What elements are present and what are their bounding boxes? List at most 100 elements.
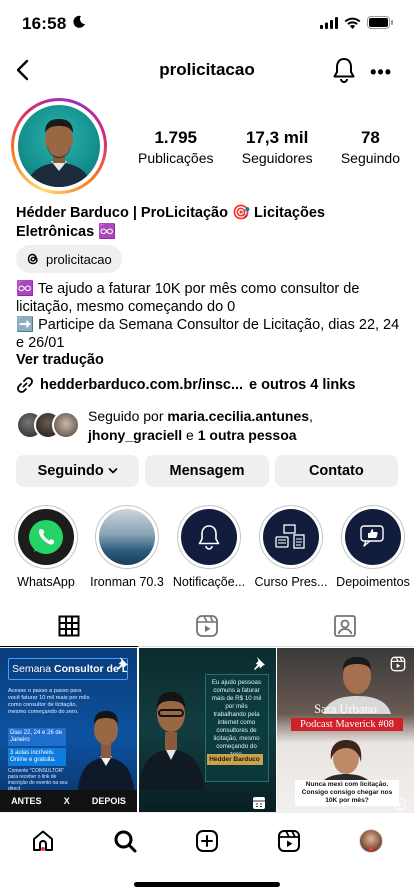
post-text: ANTES bbox=[11, 796, 42, 806]
post-text: Eu ajudo pessoas comuns a faturar mais d… bbox=[211, 679, 262, 758]
highlight-label: Notificaçõe... bbox=[172, 575, 246, 589]
story-highlights: WhatsApp Ironman 70.3 Notificaçõe... Cur… bbox=[0, 505, 414, 595]
tab-reels[interactable] bbox=[138, 605, 276, 647]
profile-actions: Seguindo Mensagem Contato bbox=[16, 455, 398, 487]
link-icon bbox=[17, 377, 33, 393]
bio-line: ➡️ Participe da Semana Consultor de Lici… bbox=[16, 317, 400, 351]
battery-icon bbox=[367, 16, 393, 29]
profile-header: prolicitacao ••• bbox=[0, 52, 414, 88]
nav-create[interactable] bbox=[193, 827, 221, 855]
bio-link-more[interactable]: e outros 4 links bbox=[249, 377, 355, 393]
following-count: 78 bbox=[360, 128, 380, 147]
bell-icon bbox=[198, 525, 220, 550]
following-label: Seguindo bbox=[340, 150, 400, 166]
post-text: Dias 22, 24 e 26 de Janeiro bbox=[8, 728, 66, 746]
stat-posts[interactable]: 1.795 Publicações bbox=[138, 128, 214, 166]
following-button[interactable]: Seguindo bbox=[16, 455, 140, 487]
threads-badge[interactable]: prolicitacao bbox=[16, 245, 122, 273]
status-bar: 16:58 bbox=[0, 0, 414, 48]
search-icon bbox=[114, 830, 137, 853]
mutual-follower[interactable]: jhony_graciell bbox=[88, 427, 182, 443]
post-text: Nunca mexi com licitação. Consigo consig… bbox=[295, 780, 399, 806]
post-text: Podcast Maverick #08 bbox=[291, 718, 403, 731]
post-text: Semana bbox=[12, 663, 55, 675]
add-post-icon bbox=[196, 830, 218, 852]
profile-fullname: Hédder Barduco | ProLicitação 🎯 Licitaçõ… bbox=[16, 205, 325, 240]
see-translation-link[interactable]: Ver tradução bbox=[16, 352, 104, 368]
signal-icon bbox=[320, 16, 338, 29]
highlight-label: WhatsApp bbox=[17, 575, 75, 589]
pinned-icon bbox=[117, 657, 128, 670]
wifi-icon bbox=[344, 17, 361, 29]
highlight-label: Depoimentos bbox=[336, 575, 410, 589]
status-indicators bbox=[320, 16, 394, 29]
person-portrait bbox=[26, 119, 92, 187]
desk-icon bbox=[275, 524, 305, 549]
highlight-label: Ironman 70.3 bbox=[90, 575, 164, 589]
post-text-card: Eu ajudo pessoas comuns a faturar mais d… bbox=[204, 674, 269, 782]
posts-grid: Semana Consultor de Licita Acesse o pass… bbox=[0, 648, 414, 812]
post-thumbnail[interactable]: Eu ajudo pessoas comuns a faturar mais d… bbox=[138, 648, 276, 812]
chevron-down-icon bbox=[108, 468, 117, 474]
grid-icon bbox=[58, 615, 80, 636]
highlight-notifications[interactable]: Notificaçõe... bbox=[169, 505, 249, 589]
highlight-testimonials[interactable]: Depoimentos bbox=[333, 505, 413, 589]
mutual-follower[interactable]: maria.cecilia.antunes bbox=[167, 408, 309, 424]
person-figure bbox=[138, 692, 205, 790]
pinned-icon bbox=[253, 657, 265, 670]
tab-tagged[interactable] bbox=[276, 605, 414, 647]
followed-by-text: Seguido por maria.cecilia.antunes, jhony… bbox=[88, 407, 313, 445]
home-indicator bbox=[134, 882, 280, 887]
highlight-ironman[interactable]: Ironman 70.3 bbox=[87, 505, 167, 589]
notifications-button[interactable] bbox=[332, 57, 356, 88]
more-options-button[interactable]: ••• bbox=[370, 62, 392, 83]
post-thumbnail[interactable]: Sara Urbano Podcast Maverick #08 Nunca m… bbox=[277, 648, 414, 812]
highlight-course[interactable]: Curso Pres... bbox=[251, 505, 331, 589]
thumbs-up-icon bbox=[360, 525, 384, 547]
reels-icon bbox=[196, 614, 218, 637]
avatar bbox=[52, 411, 80, 439]
whatsapp-icon bbox=[29, 520, 63, 554]
stat-followers[interactable]: 17,3 mil Seguidores bbox=[242, 128, 313, 166]
followers-count: 17,3 mil bbox=[245, 128, 309, 147]
post-thumbnail[interactable]: Semana Consultor de Licita Acesse o pass… bbox=[0, 648, 137, 812]
reels-icon bbox=[278, 830, 300, 852]
posts-label: Publicações bbox=[138, 150, 214, 166]
tab-posts-grid[interactable] bbox=[0, 605, 138, 647]
followed-by[interactable]: Seguido por maria.cecilia.antunes, jhony… bbox=[16, 405, 406, 445]
threads-icon bbox=[27, 253, 38, 265]
carousel-icon bbox=[252, 797, 265, 809]
bio-line: ♾️ Te ajudo a faturar 10K por mês como c… bbox=[16, 281, 360, 315]
other-followers[interactable]: 1 outra pessoa bbox=[198, 427, 297, 443]
highlight-label: Curso Pres... bbox=[254, 575, 328, 589]
person-figure bbox=[78, 711, 134, 790]
reels-icon bbox=[394, 798, 406, 810]
highlight-whatsapp[interactable]: WhatsApp bbox=[6, 505, 86, 589]
message-button[interactable]: Mensagem bbox=[145, 455, 269, 487]
profile-tabs bbox=[0, 605, 414, 647]
notification-dot bbox=[369, 847, 373, 851]
ironman-photo bbox=[99, 509, 155, 565]
post-text: X bbox=[63, 796, 70, 806]
threads-username: prolicitacao bbox=[46, 251, 112, 267]
bio-links[interactable]: hedderbarduco.com.br/insc... e outros 4 … bbox=[16, 376, 355, 394]
bio-link-url[interactable]: hedderbarduco.com.br/insc... bbox=[40, 377, 243, 393]
post-text: Comente "CONSULTOR" para receber o link … bbox=[8, 768, 68, 792]
follower-avatars bbox=[16, 411, 82, 439]
conjunction: e bbox=[182, 427, 198, 443]
status-time: 16:58 bbox=[22, 14, 67, 33]
moon-icon bbox=[73, 15, 85, 28]
contact-button[interactable]: Contato bbox=[274, 455, 398, 487]
post-text: DEPOIS bbox=[91, 796, 126, 806]
followers-label: Seguidores bbox=[241, 150, 313, 166]
post-text: Hédder Barduco bbox=[206, 754, 263, 765]
nav-search[interactable] bbox=[111, 827, 139, 855]
bell-icon bbox=[333, 58, 355, 83]
tagged-icon bbox=[334, 614, 356, 637]
stat-following[interactable]: 78 Seguindo bbox=[341, 128, 400, 166]
nav-reels[interactable] bbox=[275, 827, 303, 855]
story-ring[interactable] bbox=[11, 98, 107, 194]
post-text: 3 aulas incríveis. Online e gratuita. bbox=[8, 748, 66, 766]
notification-dot bbox=[41, 847, 45, 851]
separator: , bbox=[309, 408, 313, 424]
